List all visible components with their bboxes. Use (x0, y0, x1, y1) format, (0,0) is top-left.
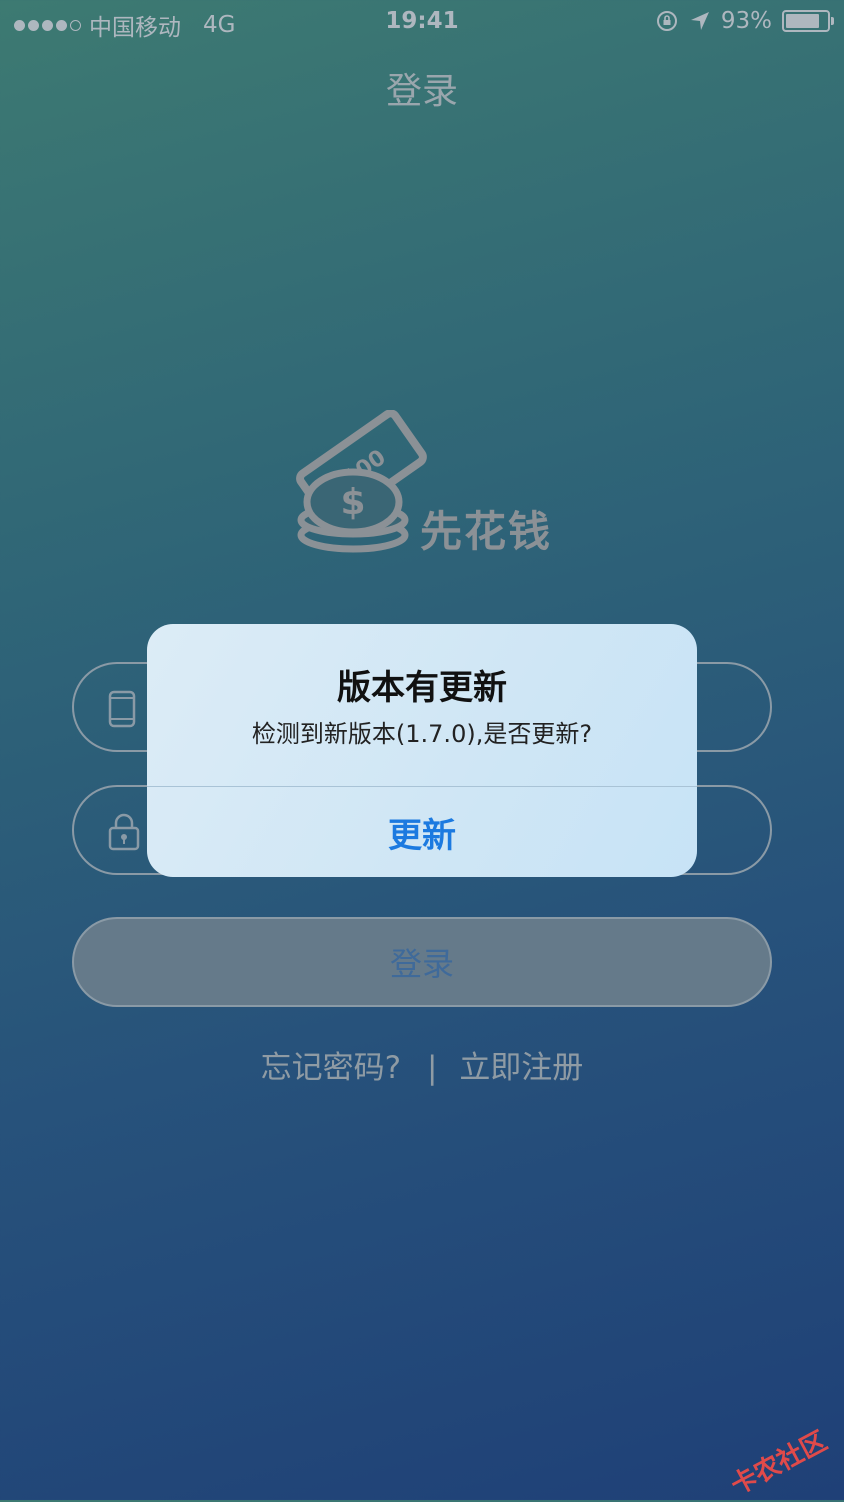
links-separator: | (427, 1050, 438, 1086)
update-alert-dialog: 版本有更新 检测到新版本(1.7.0),是否更新? 更新 (147, 624, 697, 877)
update-button[interactable]: 更新 (147, 787, 697, 877)
login-button[interactable]: 登录 (72, 917, 772, 1007)
forgot-password-link[interactable]: 忘记密码? (261, 1042, 401, 1087)
alert-message: 检测到新版本(1.7.0),是否更新? (251, 720, 593, 748)
money-logo-icon: ¥100 $ (296, 409, 427, 553)
status-right: 93% (655, 8, 834, 34)
location-arrow-icon (690, 12, 709, 30)
alert-title: 版本有更新 (337, 668, 507, 708)
battery-percent: 93% (720, 8, 772, 34)
register-link[interactable]: 立即注册 (459, 1042, 583, 1087)
page-title: 登录 (385, 71, 458, 112)
battery-icon (782, 10, 834, 32)
logo-text: 先花钱 (420, 507, 553, 556)
svg-text:$: $ (340, 482, 365, 523)
lock-icon (108, 813, 140, 851)
auth-links: 忘记密码? | 立即注册 (0, 1042, 844, 1087)
app-logo: ¥100 $ 先花钱 (285, 409, 575, 560)
status-bar: 中国移动 4G 19:41 93% (0, 0, 844, 44)
phone-icon (108, 690, 136, 728)
rotation-lock-icon (656, 11, 677, 31)
